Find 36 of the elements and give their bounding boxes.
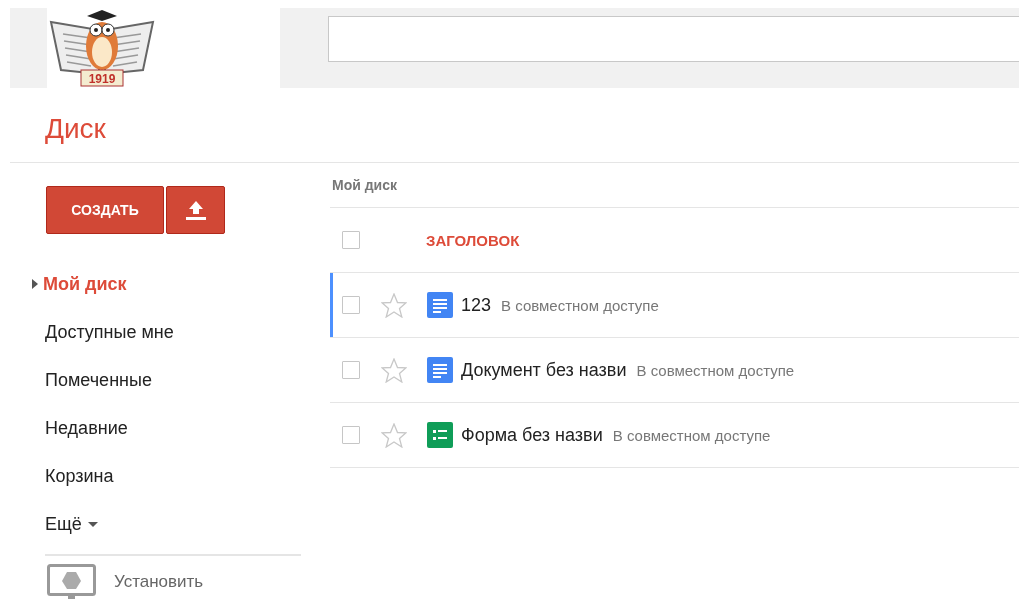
nav-item[interactable]: Недавние	[0, 404, 320, 452]
star-icon[interactable]	[381, 422, 407, 448]
row-checkbox[interactable]	[342, 426, 360, 444]
file-name[interactable]: 123	[461, 294, 492, 316]
nav-item[interactable]: Ещё	[0, 500, 320, 548]
expand-arrow-icon	[32, 279, 38, 289]
upload-button[interactable]	[166, 186, 225, 234]
nav-item[interactable]: Помеченные	[0, 356, 320, 404]
select-all-checkbox[interactable]	[342, 231, 360, 249]
nav-item[interactable]: Доступные мне	[0, 308, 320, 356]
file-row[interactable]: Форма без назви В совместном доступе	[330, 402, 1019, 468]
document-icon	[427, 292, 453, 318]
row-checkbox[interactable]	[342, 296, 360, 314]
document-icon	[427, 357, 453, 383]
dropdown-caret-icon	[87, 521, 98, 527]
file-row[interactable]: 123 В совместном доступе	[330, 272, 1019, 337]
shared-label: В совместном доступе	[501, 296, 659, 314]
file-name[interactable]: Форма без назви	[461, 424, 603, 446]
upload-icon	[184, 200, 207, 220]
nav-item[interactable]: Мой диск	[0, 260, 320, 308]
app-title: Диск	[45, 112, 107, 146]
star-icon[interactable]	[381, 292, 407, 318]
row-checkbox[interactable]	[342, 361, 360, 379]
shared-label: В совместном доступе	[612, 426, 771, 444]
nav-item[interactable]: Корзина	[0, 452, 320, 500]
form-icon	[427, 422, 453, 448]
install-link[interactable]: Установить	[114, 572, 204, 592]
breadcrumb: Мой диск	[332, 177, 398, 195]
create-button[interactable]: СОЗДАТЬ	[46, 186, 164, 234]
search-field[interactable]	[328, 16, 1019, 62]
file-name[interactable]: Документ без назви	[461, 359, 627, 381]
shared-label: В совместном доступе	[636, 361, 795, 379]
title-column-header[interactable]: ЗАГОЛОВОК	[426, 231, 520, 249]
star-icon[interactable]	[381, 357, 407, 383]
owl-logo: 1919	[47, 8, 157, 88]
file-row[interactable]: Документ без назви В совместном доступе	[330, 337, 1019, 402]
